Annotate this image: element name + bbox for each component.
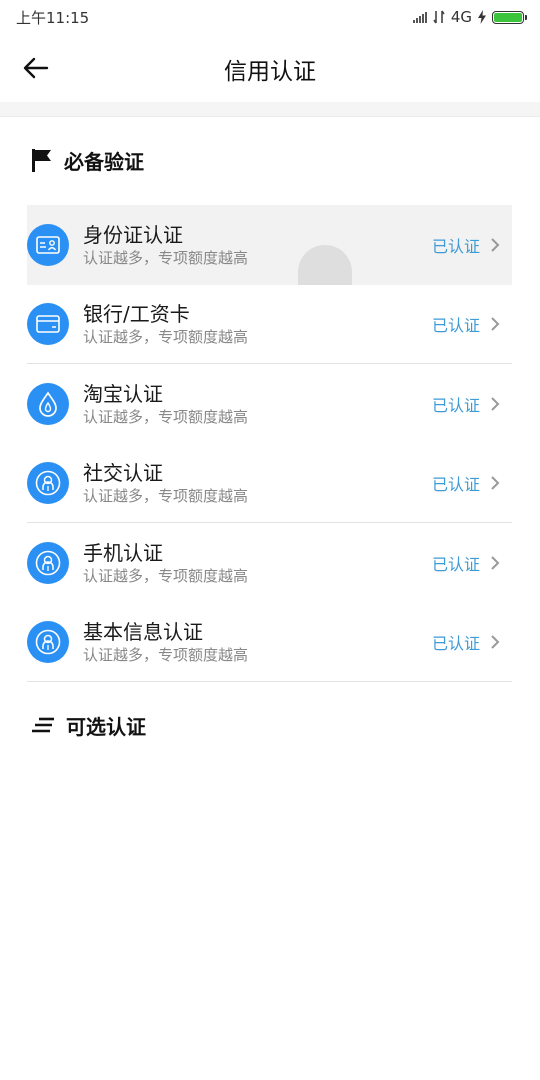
item-subtitle: 认证越多，专项额度越高 xyxy=(83,566,249,585)
chevron-right-icon xyxy=(490,396,500,412)
status-badge: 已认证 xyxy=(431,633,480,653)
charging-icon xyxy=(478,10,486,24)
item-subtitle: 认证越多，专项额度越高 xyxy=(83,248,249,267)
chevron-right-icon xyxy=(490,316,500,332)
item-title: 银行/工资卡 xyxy=(83,301,190,326)
page-title: 信用认证 xyxy=(224,59,316,85)
item-title: 身份证认证 xyxy=(83,222,183,247)
list-item-social[interactable]: 社交认证 认证越多，专项额度越高 已认证 xyxy=(27,444,512,523)
id-card-icon xyxy=(27,223,69,266)
person-icon xyxy=(27,461,69,504)
list-item-taobao[interactable]: 淘宝认证 认证越多，专项额度越高 已认证 xyxy=(27,364,512,444)
app-header: 信用认证 xyxy=(0,34,540,102)
status-badge: 已认证 xyxy=(431,554,480,574)
item-subtitle: 认证越多，专项额度越高 xyxy=(83,407,249,426)
list-item-phone[interactable]: 手机认证 认证越多，专项额度越高 已认证 xyxy=(27,523,512,603)
data-transfer-icon xyxy=(433,10,445,24)
status-badge: 已认证 xyxy=(431,236,480,256)
item-subtitle: 认证越多，专项额度越高 xyxy=(83,327,249,346)
section-required-label: 必备验证 xyxy=(64,149,144,174)
menu-lines-icon xyxy=(32,717,54,733)
person-icon xyxy=(27,541,69,584)
section-optional-title: 可选认证 xyxy=(30,710,146,740)
flag-icon xyxy=(32,149,51,172)
status-icons: 4G xyxy=(412,7,527,27)
section-optional-label: 可选认证 xyxy=(66,714,146,739)
list-item-bank-card[interactable]: 银行/工资卡 认证越多，专项额度越高 已认证 xyxy=(27,285,512,364)
chevron-right-icon xyxy=(490,237,500,253)
person-icon xyxy=(27,620,69,663)
section-required-title: 必备验证 xyxy=(30,145,144,175)
bank-card-icon xyxy=(27,302,69,345)
verification-list: 身份证认证 认证越多，专项额度越高 已认证 银行/工资卡 认证越多，专项额度越高… xyxy=(27,205,512,682)
chevron-right-icon xyxy=(490,634,500,650)
status-badge: 已认证 xyxy=(431,474,480,494)
status-badge: 已认证 xyxy=(431,395,480,415)
chevron-right-icon xyxy=(490,555,500,571)
list-item-basic-info[interactable]: 基本信息认证 认证越多，专项额度越高 已认证 xyxy=(27,603,512,682)
item-title: 淘宝认证 xyxy=(83,381,163,406)
header-divider xyxy=(0,102,540,117)
status-badge: 已认证 xyxy=(431,315,480,335)
taobao-icon xyxy=(27,382,69,425)
status-bar: 上午11:15 4G xyxy=(0,0,540,34)
battery-icon xyxy=(492,10,527,24)
item-subtitle: 认证越多，专项额度越高 xyxy=(83,645,249,664)
item-title: 手机认证 xyxy=(83,540,163,565)
network-type: 4G xyxy=(450,8,472,26)
item-title: 基本信息认证 xyxy=(83,619,203,644)
item-subtitle: 认证越多，专项额度越高 xyxy=(83,486,249,505)
list-item-id-card[interactable]: 身份证认证 认证越多，专项额度越高 已认证 xyxy=(27,205,512,285)
signal-icon xyxy=(412,11,427,23)
status-time: 上午11:15 xyxy=(16,9,90,27)
item-title: 社交认证 xyxy=(83,460,163,485)
chevron-right-icon xyxy=(490,475,500,491)
